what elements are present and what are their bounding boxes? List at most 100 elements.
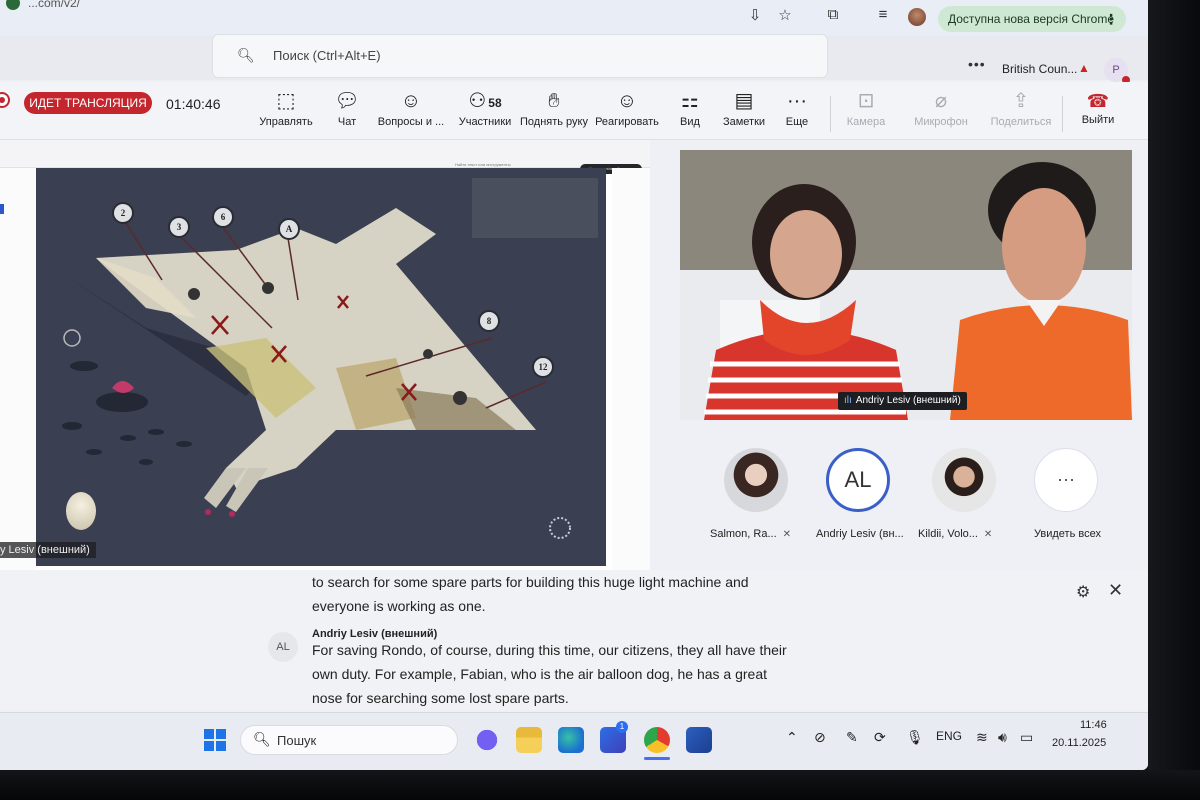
view-icon: ⚏: [681, 90, 699, 112]
people-icon: ⚇ 58: [468, 90, 502, 112]
participant-count: 58: [488, 96, 502, 110]
view-button[interactable]: ⚏ Вид: [672, 88, 708, 128]
leave-label: Выйти: [1081, 114, 1115, 126]
language-indicator[interactable]: ENG: [936, 729, 962, 743]
leave-button[interactable]: ☎︎ Выйти: [1076, 88, 1120, 126]
screen: ...com/v2/ ⇩ ☆ ⧉ ≡ Доступна нова версія …: [0, 0, 1148, 770]
qa-button[interactable]: ☺ Вопросы и ...: [376, 88, 446, 128]
manage-button[interactable]: ⬚ Управлять: [256, 88, 316, 128]
slide-marker: 6: [212, 206, 234, 228]
battery-icon[interactable]: ▭: [1020, 729, 1033, 746]
volume-icon[interactable]: 🔊︎: [998, 729, 1007, 746]
notes-button[interactable]: ▤ Заметки: [718, 88, 770, 128]
raise-hand-label: Поднять руку: [520, 116, 588, 128]
pen-icon[interactable]: ✎: [846, 729, 858, 746]
site-favicon-icon: [6, 0, 20, 10]
word-icon[interactable]: [686, 727, 712, 753]
more-button[interactable]: ··· Еще: [780, 88, 814, 128]
chrome-update-button[interactable]: Доступна нова версія Chrome ⋮: [938, 6, 1126, 32]
participant-avatar-salmon[interactable]: [724, 448, 788, 512]
caption-line: to search for some spare parts for build…: [312, 574, 749, 590]
participant-label: Kildii, Volo... ✕: [918, 528, 992, 540]
more-label: Еще: [785, 116, 809, 128]
raise-hand-button[interactable]: ✋︎ Поднять руку: [518, 88, 590, 128]
toolbar-divider: [830, 96, 831, 132]
monitor-bezel: [1148, 0, 1200, 800]
browser-toolbar: ...com/v2/ ⇩ ☆ ⧉ ≡ Доступна нова версія …: [0, 0, 1148, 36]
sync-icon[interactable]: ⟳: [874, 729, 886, 746]
address-bar-url[interactable]: ...com/v2/: [28, 0, 80, 10]
windows-taskbar: 🔍︎ Пошук 1 ⌃ ⊘ ✎ ⟳ 🎙︎ ENG ≋ 🔊︎ ▭ 11:46 2…: [0, 712, 1148, 770]
share-label: Поделиться: [990, 116, 1052, 128]
slide-marker: A: [278, 218, 300, 240]
search-input[interactable]: 🔍︎ Поиск (Ctrl+Alt+E): [212, 34, 828, 78]
file-explorer-icon[interactable]: [516, 727, 542, 753]
chrome-update-label: Доступна нова версія Chrome: [948, 12, 1115, 26]
speaker-name: Andriy Lesiv (внешний): [855, 395, 961, 406]
store-badge: 1: [616, 721, 628, 733]
search-placeholder: Поиск (Ctrl+Alt+E): [273, 48, 381, 63]
media-controls-icon[interactable]: ≡: [872, 6, 894, 23]
speaking-icon: ılı: [844, 395, 852, 406]
tray-app-icon[interactable]: ⊘: [814, 729, 826, 746]
microphone-icon[interactable]: 🎙︎: [906, 729, 924, 746]
taskbar-search[interactable]: 🔍︎ Пошук: [240, 725, 458, 755]
mic-off-icon: ✕: [983, 529, 993, 540]
shared-find-label: Найти текст или инструменты: [455, 162, 511, 167]
active-app-indicator: [644, 757, 670, 760]
react-button[interactable]: ☺ Реагировать: [594, 88, 660, 128]
participant-avatar-andriy[interactable]: AL: [826, 448, 890, 512]
toolbar-divider: [1062, 96, 1063, 132]
microphone-button[interactable]: ⌀ Микрофон: [910, 88, 972, 128]
chat-label: Чат: [337, 116, 357, 128]
people-label: Участники: [458, 116, 512, 128]
manage-icon: ⬚: [276, 90, 296, 112]
people-button[interactable]: ⚇ 58 Участники: [456, 88, 514, 128]
viber-icon[interactable]: [474, 727, 500, 753]
notes-label: Заметки: [722, 116, 766, 128]
clock-date[interactable]: 20.11.2025: [1052, 737, 1106, 749]
participant-label: Salmon, Ra... ✕: [710, 528, 791, 540]
caption-settings-icon[interactable]: ⚙: [1076, 582, 1090, 602]
camera-button[interactable]: ⊡ Камера: [842, 88, 890, 128]
qa-label: Вопросы и ...: [377, 116, 445, 128]
org-name[interactable]: British Coun...: [1002, 62, 1077, 76]
share-button[interactable]: ⇪ Поделиться: [990, 88, 1052, 128]
monitor-bezel: [0, 770, 1200, 800]
manage-label: Управлять: [259, 116, 313, 128]
caption-speaker-name: Andriy Lesiv (внешний): [312, 628, 438, 640]
slide-marker: 3: [168, 216, 190, 238]
chrome-menu-icon[interactable]: ⋮: [1104, 6, 1118, 32]
shared-selection-marker: [0, 204, 4, 214]
shared-left-panel: [0, 168, 36, 570]
header-more-icon[interactable]: •••: [968, 56, 986, 72]
wifi-icon[interactable]: ≋: [976, 729, 988, 746]
slide-marker: 8: [478, 310, 500, 332]
see-all-button[interactable]: ···: [1034, 448, 1098, 512]
windows-start-icon[interactable]: [204, 729, 226, 751]
extensions-icon[interactable]: ⧉: [822, 6, 844, 23]
participant-name: Kildii, Volo...: [918, 528, 978, 540]
caption-close-icon[interactable]: ✕: [1108, 580, 1123, 601]
warning-icon: ▲: [1078, 61, 1090, 75]
user-avatar[interactable]: P: [1104, 58, 1130, 84]
chat-button[interactable]: 💬︎ Чат: [330, 88, 364, 128]
raise-hand-icon: ✋︎: [548, 90, 560, 112]
tray-chevron-icon[interactable]: ⌃: [786, 729, 798, 746]
slide-illustration: [36, 168, 606, 566]
install-app-icon[interactable]: ⇩: [744, 6, 766, 24]
see-all-label[interactable]: Увидеть всех: [1034, 528, 1101, 540]
taskbar-search-label: Пошук: [277, 733, 317, 748]
participant-avatar-kildii[interactable]: [932, 448, 996, 512]
shared-right-panel: [612, 168, 650, 570]
caption-line: everyone is working as one.: [312, 598, 486, 614]
edge-icon[interactable]: [558, 727, 584, 753]
chrome-icon[interactable]: [644, 727, 670, 753]
speaker-video[interactable]: [680, 150, 1132, 420]
bookmark-star-icon[interactable]: ☆: [774, 6, 796, 24]
clock-time[interactable]: 11:46: [1080, 719, 1107, 731]
browser-profile-avatar[interactable]: [908, 8, 926, 26]
slide-marker: 12: [532, 356, 554, 378]
slide-marker: 2: [112, 202, 134, 224]
more-icon: ···: [787, 90, 807, 112]
